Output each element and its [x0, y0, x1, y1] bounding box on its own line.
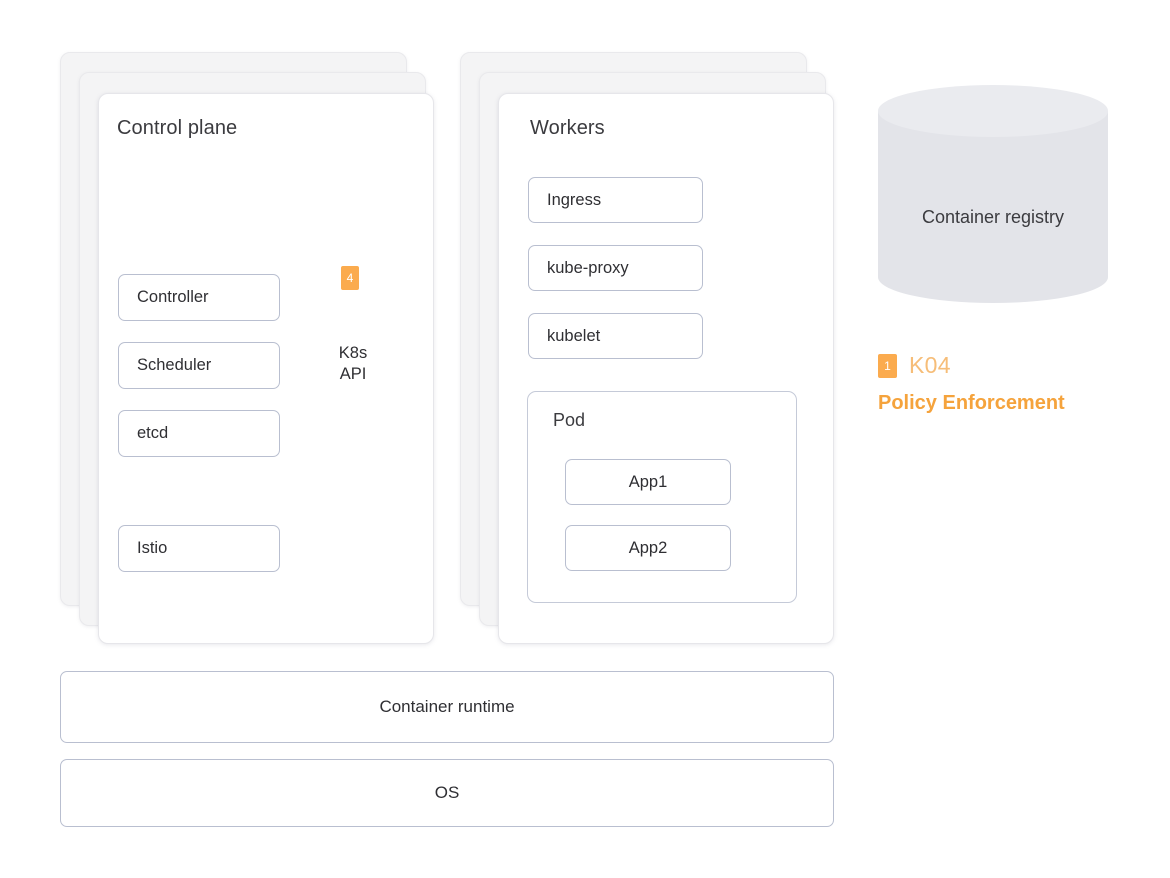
badge-k8s-api: 4 — [341, 266, 359, 290]
legend: 1 K04 Policy Enforcement — [878, 352, 1108, 422]
node-app2[interactable]: App2 — [565, 525, 731, 571]
container-registry[interactable]: Container registry — [878, 85, 1108, 307]
legend-title: Policy Enforcement — [878, 392, 1065, 414]
node-app2-label: App2 — [628, 538, 668, 557]
node-scheduler[interactable]: Scheduler — [118, 342, 280, 389]
pod-title: Pod — [553, 410, 586, 430]
node-kube-proxy-label: kube-proxy — [547, 258, 629, 277]
legend-code-row: 1 K04 — [878, 352, 951, 379]
container-registry-label: Container registry — [921, 207, 1065, 227]
bar-os[interactable]: OS — [60, 759, 834, 827]
bar-os-label: OS — [434, 783, 460, 802]
node-istio[interactable]: Istio — [118, 525, 280, 572]
legend-code: K04 — [909, 352, 951, 378]
node-istio-label: Istio — [137, 539, 168, 557]
node-controller-label: Controller — [137, 288, 209, 306]
node-ingress-label: Ingress — [547, 190, 602, 209]
node-etcd[interactable]: etcd — [118, 410, 280, 457]
node-k8s-api-label-line2: API — [339, 365, 367, 383]
legend-badge: 1 — [878, 353, 897, 378]
node-app1-label: App1 — [628, 472, 668, 491]
control-plane-title: Control plane — [117, 117, 238, 139]
node-kubelet-label: kubelet — [547, 326, 601, 345]
diagram-canvas: Control plane Controller Scheduler etcd … — [0, 0, 1170, 878]
node-scheduler-label: Scheduler — [137, 356, 212, 374]
node-ingress[interactable]: Ingress — [528, 177, 703, 223]
bar-container-runtime[interactable]: Container runtime — [60, 671, 834, 743]
cylinder-top-ellipse — [878, 85, 1108, 137]
bar-container-runtime-label: Container runtime — [379, 697, 515, 716]
node-k8s-api-label-line1: K8s — [338, 344, 368, 362]
node-kubelet[interactable]: kubelet — [528, 313, 703, 359]
workers-title: Workers — [530, 117, 605, 139]
node-kube-proxy[interactable]: kube-proxy — [528, 245, 703, 291]
node-etcd-label: etcd — [137, 424, 169, 442]
node-app1[interactable]: App1 — [565, 459, 731, 505]
node-controller[interactable]: Controller — [118, 274, 280, 321]
